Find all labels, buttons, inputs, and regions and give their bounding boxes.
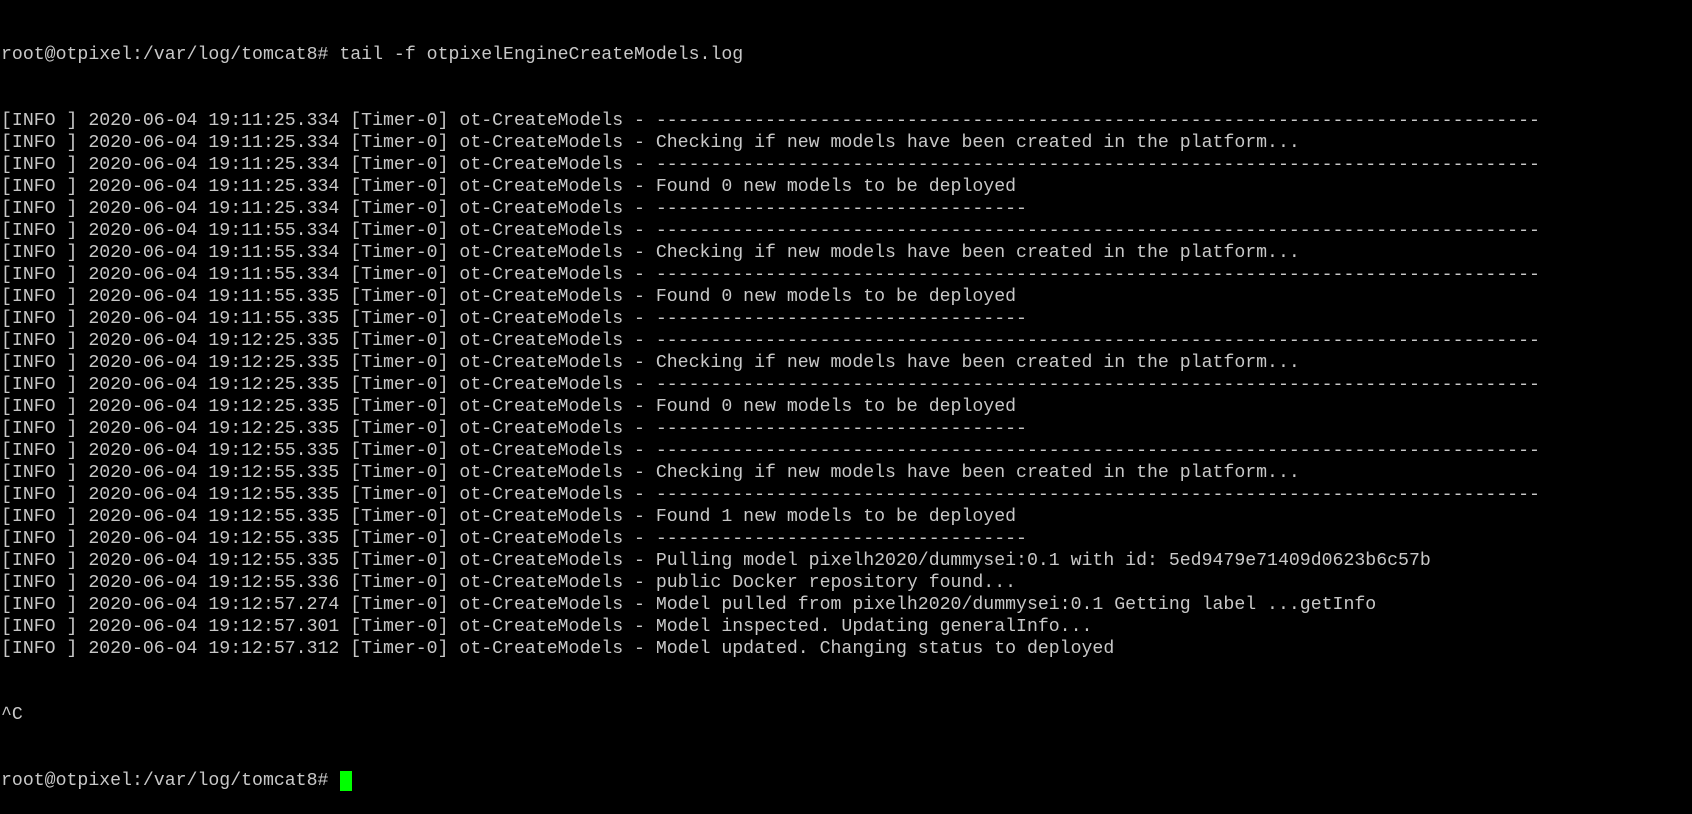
- log-output: [INFO ] 2020-06-04 19:11:25.334 [Timer-0…: [1, 110, 1692, 660]
- log-line: [INFO ] 2020-06-04 19:12:55.335 [Timer-0…: [1, 485, 1540, 505]
- log-line: [INFO ] 2020-06-04 19:12:55.335 [Timer-0…: [1, 441, 1540, 461]
- log-line: [INFO ] 2020-06-04 19:11:25.334 [Timer-0…: [1, 177, 1017, 197]
- shell-prompt-final: root@otpixel:/var/log/tomcat8#: [1, 771, 340, 791]
- log-line: [INFO ] 2020-06-04 19:12:57.274 [Timer-0…: [1, 595, 1377, 615]
- log-line: [INFO ] 2020-06-04 19:12:55.336 [Timer-0…: [1, 573, 1017, 593]
- log-line: [INFO ] 2020-06-04 19:11:55.335 [Timer-0…: [1, 287, 1017, 307]
- log-line: [INFO ] 2020-06-04 19:11:55.334 [Timer-0…: [1, 221, 1540, 241]
- command-line: root@otpixel:/var/log/tomcat8# tail -f o…: [1, 44, 1692, 66]
- interrupt-line: ^C: [1, 705, 23, 725]
- log-line: [INFO ] 2020-06-04 19:12:25.335 [Timer-0…: [1, 375, 1540, 395]
- log-line: [INFO ] 2020-06-04 19:12:55.335 [Timer-0…: [1, 529, 1027, 549]
- cursor-block-icon: [340, 771, 353, 791]
- log-line: [INFO ] 2020-06-04 19:11:25.334 [Timer-0…: [1, 133, 1300, 153]
- log-line: [INFO ] 2020-06-04 19:12:25.335 [Timer-0…: [1, 353, 1300, 373]
- log-line: [INFO ] 2020-06-04 19:12:57.301 [Timer-0…: [1, 617, 1093, 637]
- log-line: [INFO ] 2020-06-04 19:12:25.335 [Timer-0…: [1, 419, 1027, 439]
- log-line: [INFO ] 2020-06-04 19:11:55.334 [Timer-0…: [1, 265, 1540, 285]
- log-line: [INFO ] 2020-06-04 19:11:25.334 [Timer-0…: [1, 111, 1540, 131]
- log-line: [INFO ] 2020-06-04 19:12:25.335 [Timer-0…: [1, 331, 1540, 351]
- log-line: [INFO ] 2020-06-04 19:12:57.312 [Timer-0…: [1, 639, 1115, 659]
- log-line: [INFO ] 2020-06-04 19:11:55.334 [Timer-0…: [1, 243, 1300, 263]
- shell-prompt: root@otpixel:/var/log/tomcat8#: [1, 45, 340, 65]
- log-line: [INFO ] 2020-06-04 19:11:55.335 [Timer-0…: [1, 309, 1027, 329]
- log-line: [INFO ] 2020-06-04 19:12:55.335 [Timer-0…: [1, 551, 1431, 571]
- shell-command: tail -f otpixelEngineCreateModels.log: [339, 45, 744, 65]
- log-line: [INFO ] 2020-06-04 19:12:55.335 [Timer-0…: [1, 463, 1300, 483]
- log-line: [INFO ] 2020-06-04 19:12:55.335 [Timer-0…: [1, 507, 1017, 527]
- final-prompt-line[interactable]: root@otpixel:/var/log/tomcat8#: [1, 770, 1692, 792]
- terminal-window[interactable]: root@otpixel:/var/log/tomcat8# tail -f o…: [0, 0, 1692, 791]
- log-line: [INFO ] 2020-06-04 19:12:25.335 [Timer-0…: [1, 397, 1017, 417]
- log-line: [INFO ] 2020-06-04 19:11:25.334 [Timer-0…: [1, 155, 1540, 175]
- log-line: [INFO ] 2020-06-04 19:11:25.334 [Timer-0…: [1, 199, 1027, 219]
